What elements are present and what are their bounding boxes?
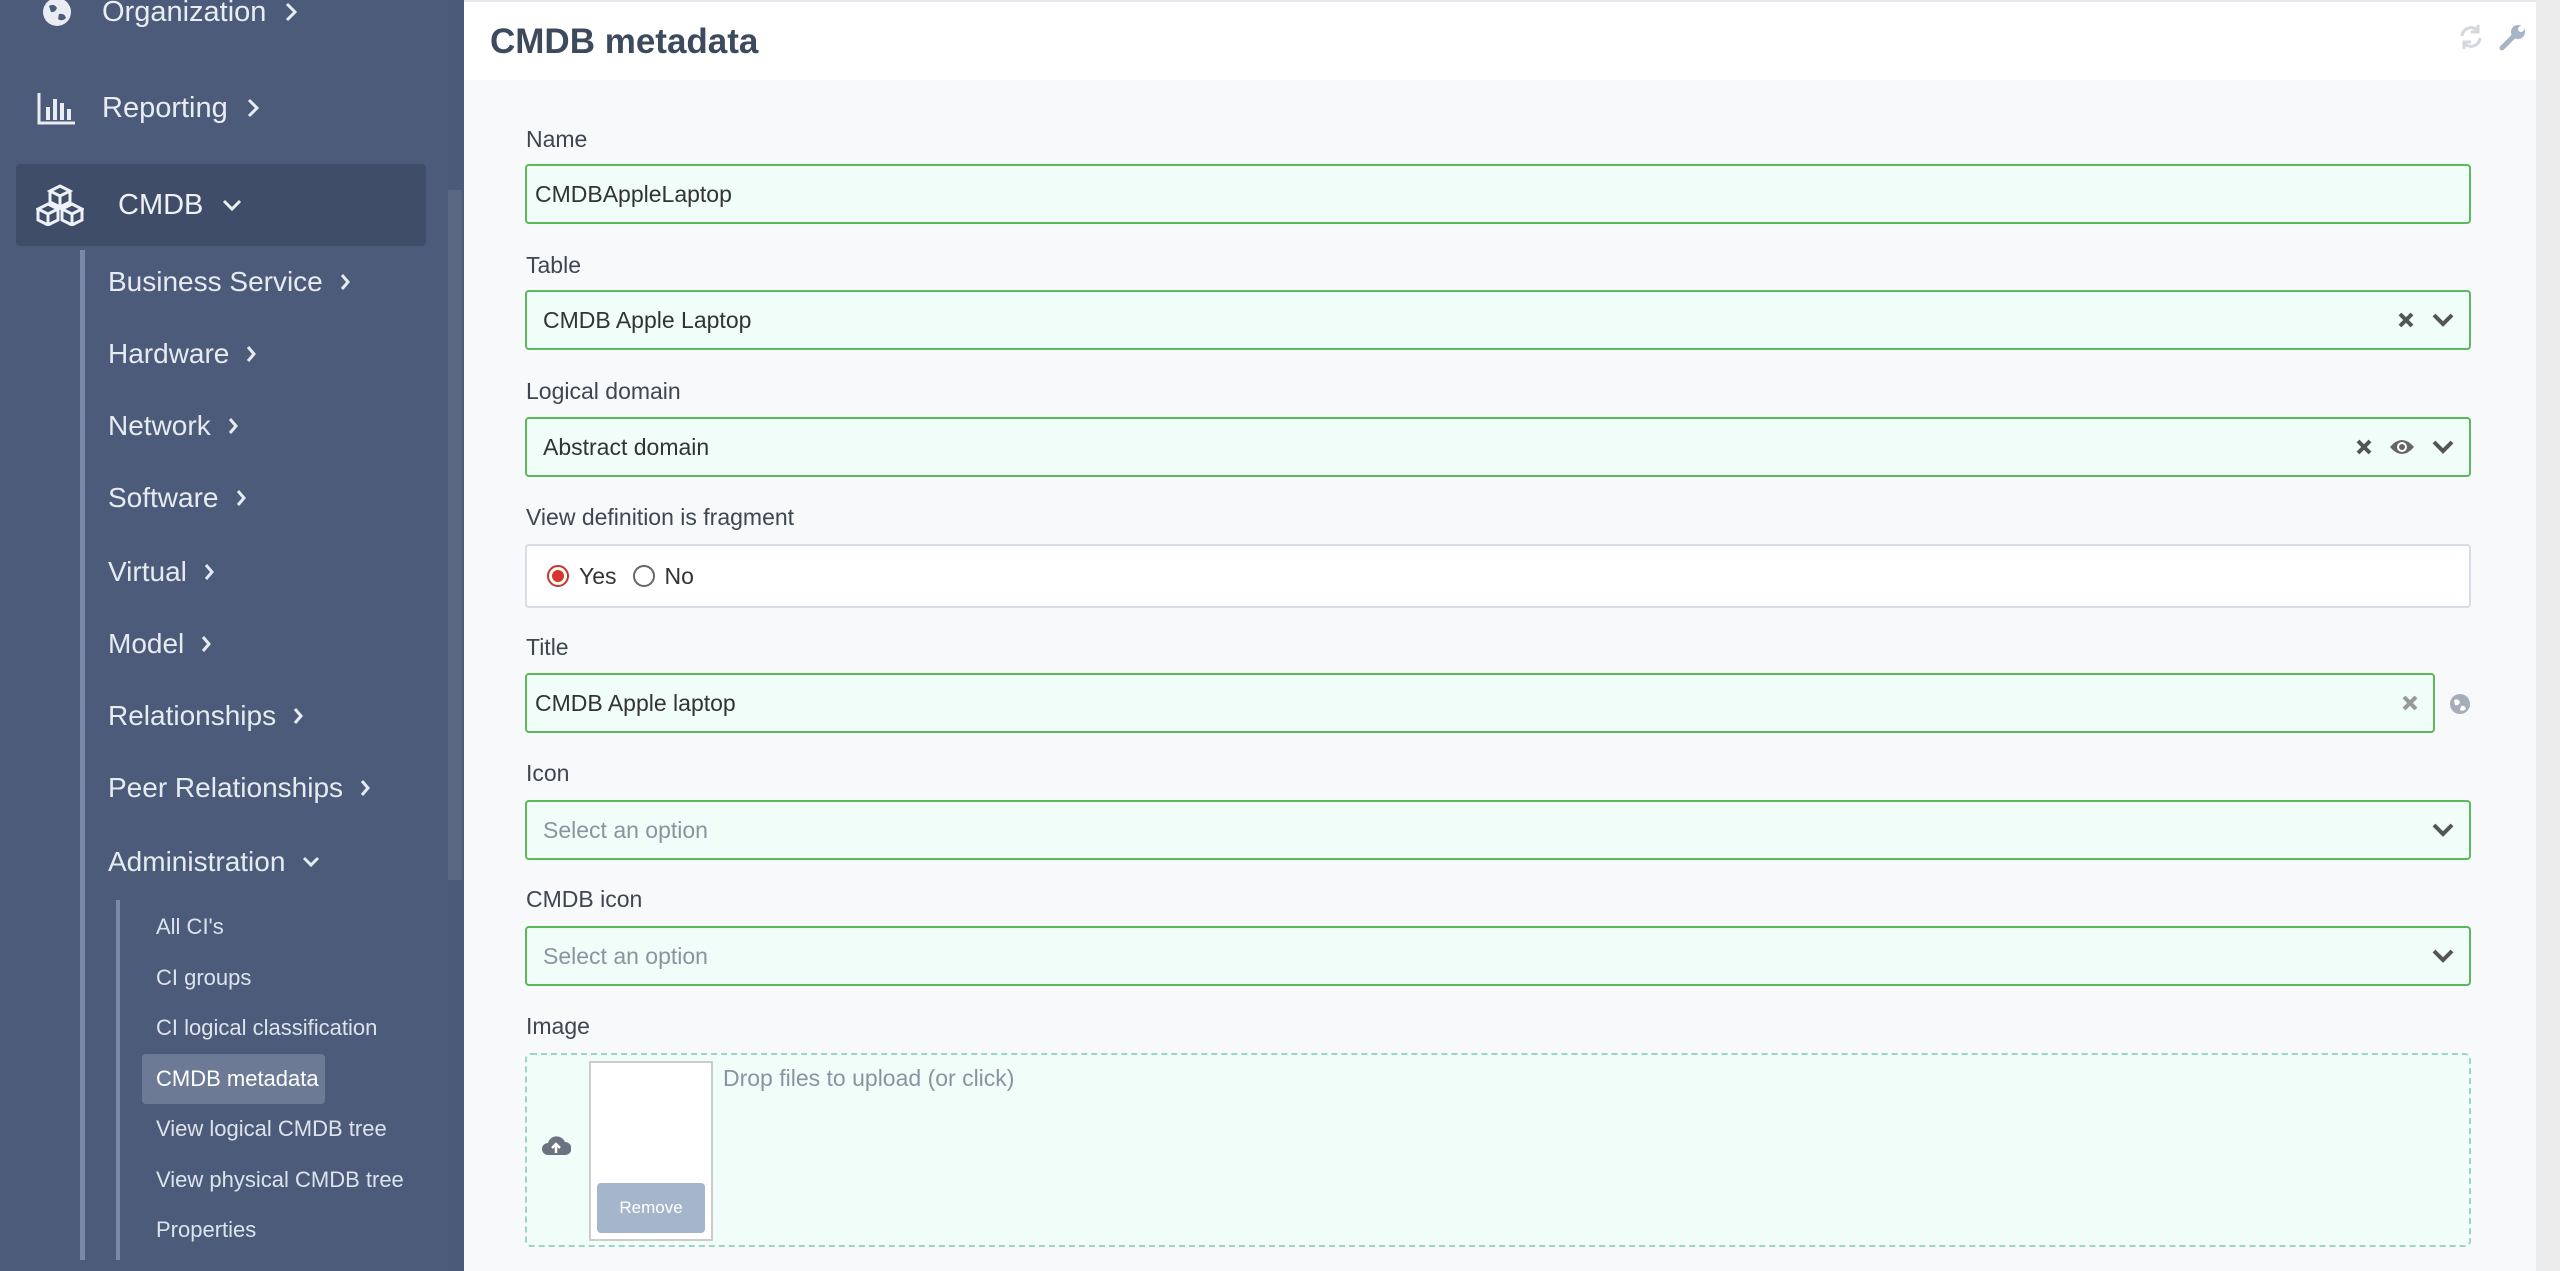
nav-all-cis[interactable]: All CI's [156,914,224,940]
nav-network-label: Network [108,410,211,441]
nav-reporting-label: Reporting [102,91,228,124]
nav-ci-groups[interactable]: CI groups [156,965,251,991]
sidebar: Organization Reporting CMDB Business Ser… [0,0,448,1271]
icon-placeholder: Select an option [543,816,708,843]
icon-select[interactable]: Select an option [525,800,2471,860]
chevron-down-icon [223,199,242,212]
admin-submenu-guide-line [116,900,120,1260]
refresh-icon[interactable] [2456,22,2486,52]
name-label: Name [526,126,588,152]
chevron-down-icon[interactable] [2431,822,2455,838]
sidebar-scrollbar[interactable] [448,190,462,880]
nav-virtual-label: Virtual [108,556,187,587]
cmdb-icon-label: CMDB icon [526,886,643,912]
cmdb-icon-placeholder: Select an option [543,942,708,969]
name-input[interactable]: CMDBAppleLaptop [525,164,2471,224]
nav-administration-label: Administration [108,846,286,877]
eye-icon[interactable] [2389,438,2415,456]
dropzone-text: Drop files to upload (or click) [723,1065,1015,1091]
nav-network[interactable]: Network [108,410,239,442]
remove-button[interactable]: Remove [597,1183,705,1233]
panel-header: CMDB metadata [464,0,2536,80]
nav-view-logical-cmdb-tree[interactable]: View logical CMDB tree [156,1116,387,1142]
nav-properties[interactable]: Properties [156,1217,256,1243]
cloud-upload-icon [542,1136,571,1155]
page-title: CMDB metadata [490,22,759,61]
fragment-label: View definition is fragment [526,504,795,530]
chevron-right-icon [236,490,246,506]
title-value: CMDB Apple laptop [535,689,736,716]
globe-icon[interactable] [2448,692,2472,716]
nav-hardware[interactable]: Hardware [108,338,257,370]
nav-peer-relationships-label: Peer Relationships [108,772,344,803]
nav-organization[interactable]: Organization [34,0,298,32]
bar-chart-icon [34,88,80,128]
globe-icon [34,0,80,32]
main-panel: CMDB metadata Name CMDBAppleLaptop Table… [464,0,2536,1271]
chevron-right-icon [340,274,350,290]
fragment-no-label: No [664,562,694,589]
nav-cmdb-label: CMDB [118,188,204,221]
clear-icon[interactable] [2401,694,2419,712]
nav-model[interactable]: Model [108,628,212,660]
chevron-down-icon[interactable] [2431,312,2455,328]
fragment-yes-label: Yes [579,562,617,589]
image-preview: Remove [589,1061,713,1241]
chevron-right-icon [204,564,214,580]
nav-ci-logical-classification[interactable]: CI logical classification [156,1015,377,1041]
chevron-down-icon [303,856,320,868]
wrench-icon[interactable] [2498,22,2528,52]
image-label: Image [526,1013,590,1039]
submenu-guide-line [80,250,85,1260]
chevron-right-icon [247,346,257,362]
chevron-down-icon[interactable] [2431,948,2455,964]
cubes-icon [32,180,88,230]
nav-peer-relationships[interactable]: Peer Relationships [108,772,371,804]
chevron-right-icon [293,708,304,724]
nav-model-label: Model [108,628,185,659]
chevron-right-icon [247,98,259,118]
chevron-right-icon [202,636,212,652]
nav-administration[interactable]: Administration [108,846,321,878]
chevron-right-icon [286,2,298,22]
nav-virtual[interactable]: Virtual [108,556,215,588]
table-value: CMDB Apple Laptop [543,306,752,333]
nav-view-physical-cmdb-tree[interactable]: View physical CMDB tree [156,1167,404,1193]
nav-software[interactable]: Software [108,482,247,514]
fragment-no-radio[interactable] [632,565,655,587]
chevron-right-icon [360,780,371,796]
nav-software-label: Software [108,482,219,513]
right-edge-strip [2536,0,2560,1271]
nav-organization-label: Organization [102,0,267,28]
title-label: Title [526,634,569,660]
chevron-down-icon[interactable] [2431,439,2455,455]
nav-relationships[interactable]: Relationships [108,700,304,732]
clear-icon[interactable] [2397,311,2415,329]
fragment-radio-group: Yes No [525,544,2471,608]
icon-label: Icon [526,760,570,786]
nav-relationships-label: Relationships [108,700,277,731]
logical-domain-value: Abstract domain [543,433,710,460]
nav-business-service-label: Business Service [108,266,323,297]
cmdb-icon-select[interactable]: Select an option [525,926,2471,986]
table-label: Table [526,252,581,278]
logical-domain-select[interactable]: Abstract domain [525,417,2471,477]
name-value: CMDBAppleLaptop [535,180,732,207]
image-dropzone[interactable]: Remove Drop files to upload (or click) [525,1053,2471,1247]
table-select[interactable]: CMDB Apple Laptop [525,290,2471,350]
logical-domain-label: Logical domain [526,378,681,404]
fragment-yes-radio[interactable] [547,565,569,587]
nav-cmdb[interactable]: CMDB [16,164,426,246]
nav-business-service[interactable]: Business Service [108,266,351,298]
nav-reporting[interactable]: Reporting [34,88,260,128]
title-input[interactable]: CMDB Apple laptop [525,673,2435,733]
nav-hardware-label: Hardware [108,338,230,369]
chevron-right-icon [228,418,238,434]
nav-cmdb-metadata[interactable]: CMDB metadata [156,1066,319,1092]
clear-icon[interactable] [2355,438,2373,456]
